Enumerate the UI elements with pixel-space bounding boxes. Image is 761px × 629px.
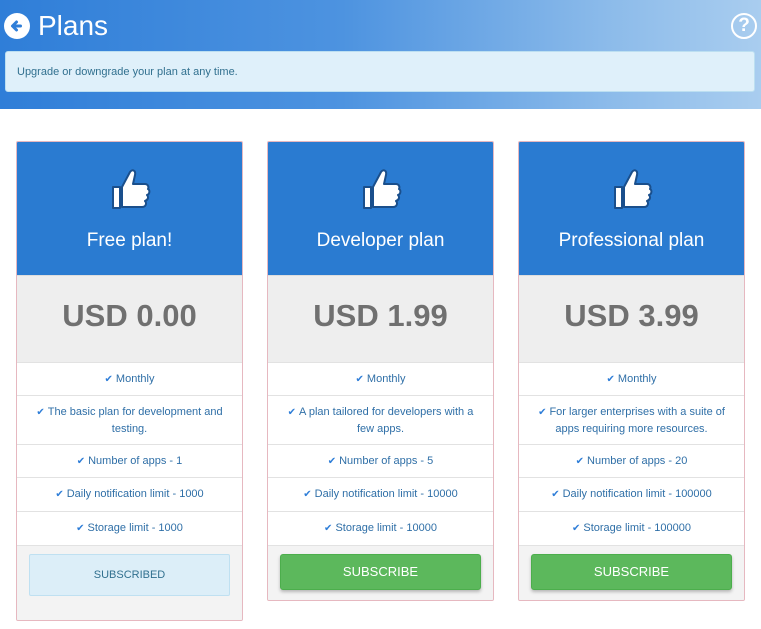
plan-name: Free plan! [86, 230, 173, 251]
check-icon: ✔ [303, 489, 312, 500]
feature-notifications: ✔ Daily notification limit - 100000 [519, 477, 744, 511]
check-icon: ✔ [327, 455, 337, 467]
subscribed-button[interactable]: SUBSCRIBED [29, 554, 230, 596]
feature-storage: ✔ Storage limit - 100000 [519, 511, 744, 545]
check-icon: ✔ [606, 373, 615, 385]
check-icon: ✔ [551, 489, 560, 500]
feature-apps: ✔ Number of apps - 1 [17, 444, 242, 477]
feature-storage: ✔ Storage limit - 1000 [17, 511, 242, 545]
plan-price: USD 1.99 [268, 275, 493, 362]
plan-header: Developer plan [268, 142, 493, 275]
plan-name: Developer plan [316, 230, 445, 251]
check-icon: ✔ [104, 373, 113, 385]
button-area: SUBSCRIBE [268, 545, 493, 600]
subscribe-button[interactable]: SUBSCRIBE [531, 554, 732, 590]
button-area: SUBSCRIBE [519, 545, 744, 600]
check-icon: ✔ [36, 406, 45, 418]
feature-billing: ✔ Monthly [519, 362, 744, 395]
feature-description: ✔ The basic plan for development and test… [17, 395, 242, 444]
thumbs-up-icon [111, 169, 150, 209]
check-icon: ✔ [575, 455, 585, 467]
help-circle-icon[interactable]: ? [731, 13, 757, 39]
page-title: Plans [38, 10, 109, 41]
plan-header: Professional plan [519, 142, 744, 275]
plan-name: Professional plan [558, 230, 705, 251]
plan-card-developer: Developer plan USD 1.99 ✔ Monthly ✔ A plan… [267, 141, 494, 601]
thumbs-up-icon [362, 169, 401, 209]
subscribe-button[interactable]: SUBSCRIBE [280, 554, 481, 590]
plan-card-free: Free plan! USD 0.00 ✔ Monthly ✔ The basic … [16, 141, 243, 621]
info-notice: Upgrade or downgrade your plan at any ti… [5, 51, 755, 92]
feature-billing: ✔ Monthly [17, 362, 242, 395]
check-icon: ✔ [538, 406, 547, 418]
back-arrow-circle-icon[interactable] [4, 13, 30, 39]
feature-storage: ✔ Storage limit - 10000 [268, 511, 493, 545]
plan-price: USD 3.99 [519, 275, 744, 362]
plan-header: Free plan! [17, 142, 242, 275]
check-icon: ✔ [324, 523, 333, 534]
page-header: Plans ? Upgrade or downgrade your plan a… [0, 0, 761, 109]
check-icon: ✔ [571, 523, 581, 534]
feature-description: ✔ For larger enterprises with a suite of … [519, 395, 744, 444]
plan-card-professional: Professional plan USD 3.99 ✔ Monthly ✔ For… [518, 141, 745, 601]
thumbs-up-icon [613, 169, 652, 209]
check-icon: ✔ [355, 373, 364, 385]
feature-apps: ✔ Number of apps - 20 [519, 444, 744, 477]
feature-description: ✔ A plan tailored for developers with a f… [268, 395, 493, 444]
check-icon: ✔ [55, 489, 64, 500]
button-area: SUBSCRIBED [17, 545, 242, 620]
check-icon: ✔ [76, 523, 85, 534]
plan-price: USD 0.00 [17, 275, 242, 362]
feature-apps: ✔ Number of apps - 5 [268, 444, 493, 477]
check-icon: ✔ [287, 406, 297, 418]
feature-notifications: ✔ Daily notification limit - 1000 [17, 477, 242, 511]
check-icon: ✔ [76, 455, 86, 467]
feature-billing: ✔ Monthly [268, 362, 493, 395]
feature-notifications: ✔ Daily notification limit - 10000 [268, 477, 493, 511]
